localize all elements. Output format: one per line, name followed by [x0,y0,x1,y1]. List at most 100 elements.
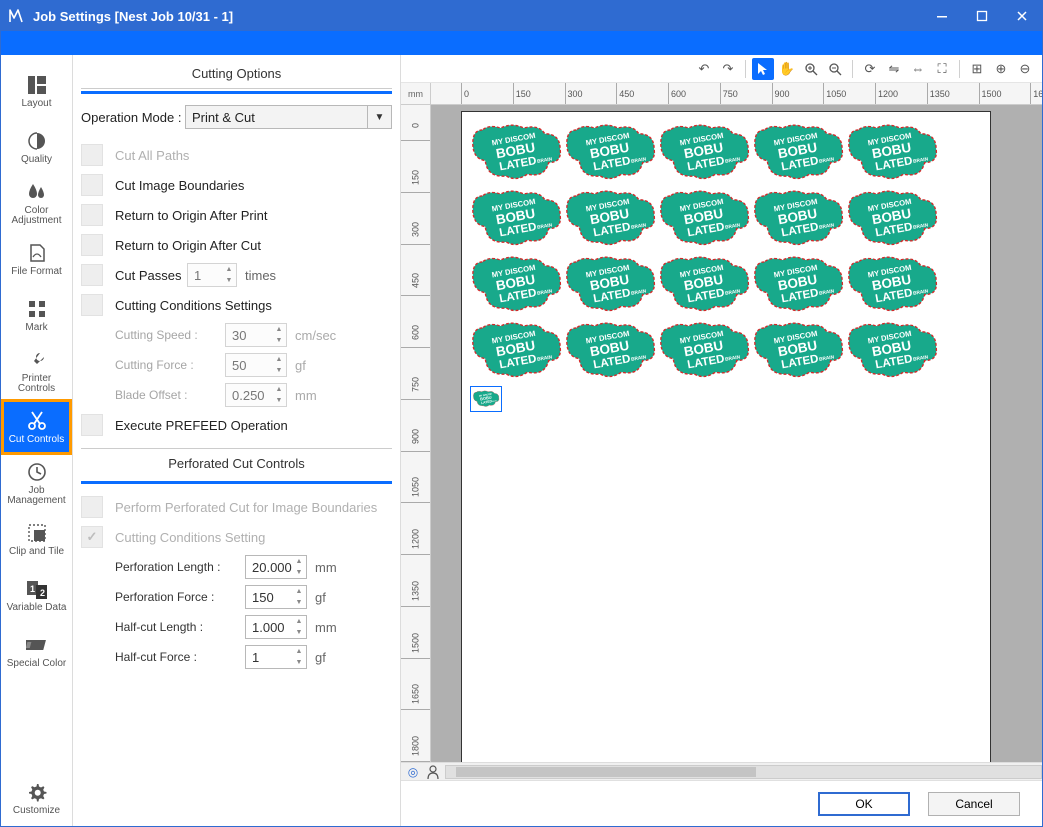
option-label: Cut Passes [115,268,187,283]
grid-button[interactable]: ⊞ [966,58,988,80]
spin-up-icon[interactable]: ▲ [222,264,236,275]
spin-down-icon[interactable]: ▼ [292,627,306,638]
nested-sticker[interactable]: MY DISCOM BOBU LATED BRAIN [562,122,658,184]
return-origin-print-option[interactable]: Return to Origin After Print [81,200,392,230]
ruler-horizontal: 015030045060075090010501200135015001650 [431,83,1042,105]
perforation-force-label: Perforation Force : [115,590,245,604]
rotate-button[interactable]: ⟳ [859,58,881,80]
redo-button[interactable]: ↷ [717,58,739,80]
add-button[interactable]: ⊕ [990,58,1012,80]
half-cut-length-input[interactable]: 1.000 ▲▼ [245,615,307,639]
operation-mode-select[interactable]: Print & Cut ▼ [185,105,392,129]
sidebar-item-quality[interactable]: Quality [1,119,72,175]
nested-sticker[interactable]: MY DISCOM BOBU LATED BRAIN [468,320,564,382]
remove-button[interactable]: ⊖ [1014,58,1036,80]
minimize-button[interactable] [922,2,962,30]
mark-icon [25,297,49,321]
spin-up-icon[interactable]: ▲ [292,586,306,597]
checkbox[interactable] [81,414,103,436]
checkbox[interactable] [81,174,103,196]
nested-sticker[interactable]: MY DISCOM BOBU LATED BRAIN [468,122,564,184]
spin-down-icon[interactable]: ▼ [292,597,306,608]
spin-down-icon[interactable]: ▼ [292,567,306,578]
zoom-out-button[interactable] [824,58,846,80]
input-value: 1 [252,650,259,665]
sidebar-item-special-color[interactable]: Special Color [1,623,72,679]
ok-button[interactable]: OK [818,792,910,816]
sidebar-item-file-format[interactable]: File Format [1,231,72,287]
spin-down-icon[interactable]: ▼ [292,657,306,668]
sidebar-item-layout[interactable]: Layout [1,63,72,119]
perforation-length-label: Perforation Length : [115,560,245,574]
sidebar-item-label: File Format [11,267,62,278]
zoom-in-button[interactable] [800,58,822,80]
fit-screen-button[interactable]: ⛶ [931,58,953,80]
nested-sticker[interactable]: MY DISCOM BOBU LATED BRAIN [844,254,940,316]
preview-toolbar: ↶ ↷ ✋ ⟳ ⇋ ⇔ ⛶ ⊞ ⊕ ⊖ [401,55,1042,83]
nested-sticker[interactable]: MY DISCOM BOBU LATED BRAIN [468,254,564,316]
cancel-button[interactable]: Cancel [928,792,1020,816]
fit-width-button[interactable]: ⇔ [907,58,929,80]
spin-up-icon[interactable]: ▲ [292,616,306,627]
nested-sticker[interactable]: MY DISCOM BOBU LATED BRAIN [656,188,752,250]
preview-canvas[interactable]: MY DISCOM BOBU LATED BRAIN MY DISCOM BOB… [431,105,1042,762]
sidebar-item-job-management[interactable]: Job Management [1,455,72,511]
spin-up-icon[interactable]: ▲ [292,646,306,657]
input-value: 1.000 [252,620,285,635]
nested-sticker[interactable]: MY DISCOM BOBU LATED BRAIN [750,188,846,250]
prefeed-option[interactable]: Execute PREFEED Operation [81,410,392,440]
checkbox[interactable] [81,294,103,316]
sidebar-item-clip-and-tile[interactable]: Clip and Tile [1,511,72,567]
pointer-tool[interactable] [752,58,774,80]
undo-button[interactable]: ↶ [693,58,715,80]
perforation-length-input[interactable]: 20.000▲▼ [245,555,307,579]
sidebar-item-printer-controls[interactable]: Printer Controls [1,343,72,399]
perforation-force-input[interactable]: 150▲▼ [245,585,307,609]
cutting-speed-label: Cutting Speed : [115,328,225,342]
nested-sticker[interactable]: MY DISCOM BOBU LATED BRAIN [468,188,564,250]
scrollbar-thumb[interactable] [456,767,756,777]
nested-sticker[interactable]: MY DISCOM BOBU LATED BRAIN [844,188,940,250]
half-cut-force-input[interactable]: 1 ▲▼ [245,645,307,669]
nested-sticker[interactable]: MY DISCOM BOBU LATED BRAIN [844,320,940,382]
sidebar-item-mark[interactable]: Mark [1,287,72,343]
sidebar-item-customize[interactable]: Customize [1,770,72,826]
sidebar-item-label: Cut Controls [9,435,65,446]
sidebar-item-cut-controls[interactable]: Cut Controls [1,399,72,455]
close-button[interactable] [1002,2,1042,30]
mirror-button[interactable]: ⇋ [883,58,905,80]
nested-sticker[interactable]: MY DISCOM BOBU LATED BRAIN [750,254,846,316]
option-label: Cut All Paths [115,148,189,163]
person-icon[interactable] [425,764,441,780]
option-label: Cutting Conditions Setting [115,530,265,545]
nested-sticker[interactable]: MY DISCOM BOBU LATED BRAIN [844,122,940,184]
checkbox[interactable] [81,264,103,286]
sidebar-item-variable-data[interactable]: 12 Variable Data [1,567,72,623]
checkbox[interactable] [81,204,103,226]
cut-passes-input[interactable]: 1 ▲▼ [187,263,237,287]
cut-passes-option[interactable]: Cut Passes 1 ▲▼ times [81,260,392,290]
spin-down-icon[interactable]: ▼ [222,275,236,286]
scrollbar-horizontal[interactable] [445,765,1042,779]
nested-sticker[interactable]: MY DISCOM BOBU LATED BRAIN [750,122,846,184]
nested-sticker[interactable]: MY DISCOM BOBU LATED BRAIN [562,320,658,382]
nested-sticker[interactable]: MY DISCOM BOBU LATED BRAIN [562,254,658,316]
return-origin-cut-option[interactable]: Return to Origin After Cut [81,230,392,260]
sidebar-item-label: Special Color [7,659,66,670]
sidebar-item-color-adjustment[interactable]: Color Adjustment [1,175,72,231]
cut-image-boundaries-option[interactable]: Cut Image Boundaries [81,170,392,200]
nested-sticker[interactable]: MY DISCOM BOBU LATED BRAIN [656,122,752,184]
nested-sticker[interactable]: MY DISCOM BOBU LATED BRAIN [750,320,846,382]
nested-sticker[interactable]: MY DISCOM BOBU LATED BRAIN [562,188,658,250]
input-value: 50 [232,358,246,373]
checkbox[interactable] [81,234,103,256]
nested-sticker[interactable]: MY DISCOM BOBU LATED BRAIN [656,320,752,382]
checkbox [81,144,103,166]
maximize-button[interactable] [962,2,1002,30]
target-icon[interactable]: ◎ [405,764,421,780]
nested-sticker[interactable]: MY DISCOM BOBU LATED BRAIN [656,254,752,316]
spin-up-icon[interactable]: ▲ [292,556,306,567]
section-title-cutting: Cutting Options [81,59,392,89]
cutting-conditions-option[interactable]: Cutting Conditions Settings [81,290,392,320]
pan-tool[interactable]: ✋ [776,58,798,80]
